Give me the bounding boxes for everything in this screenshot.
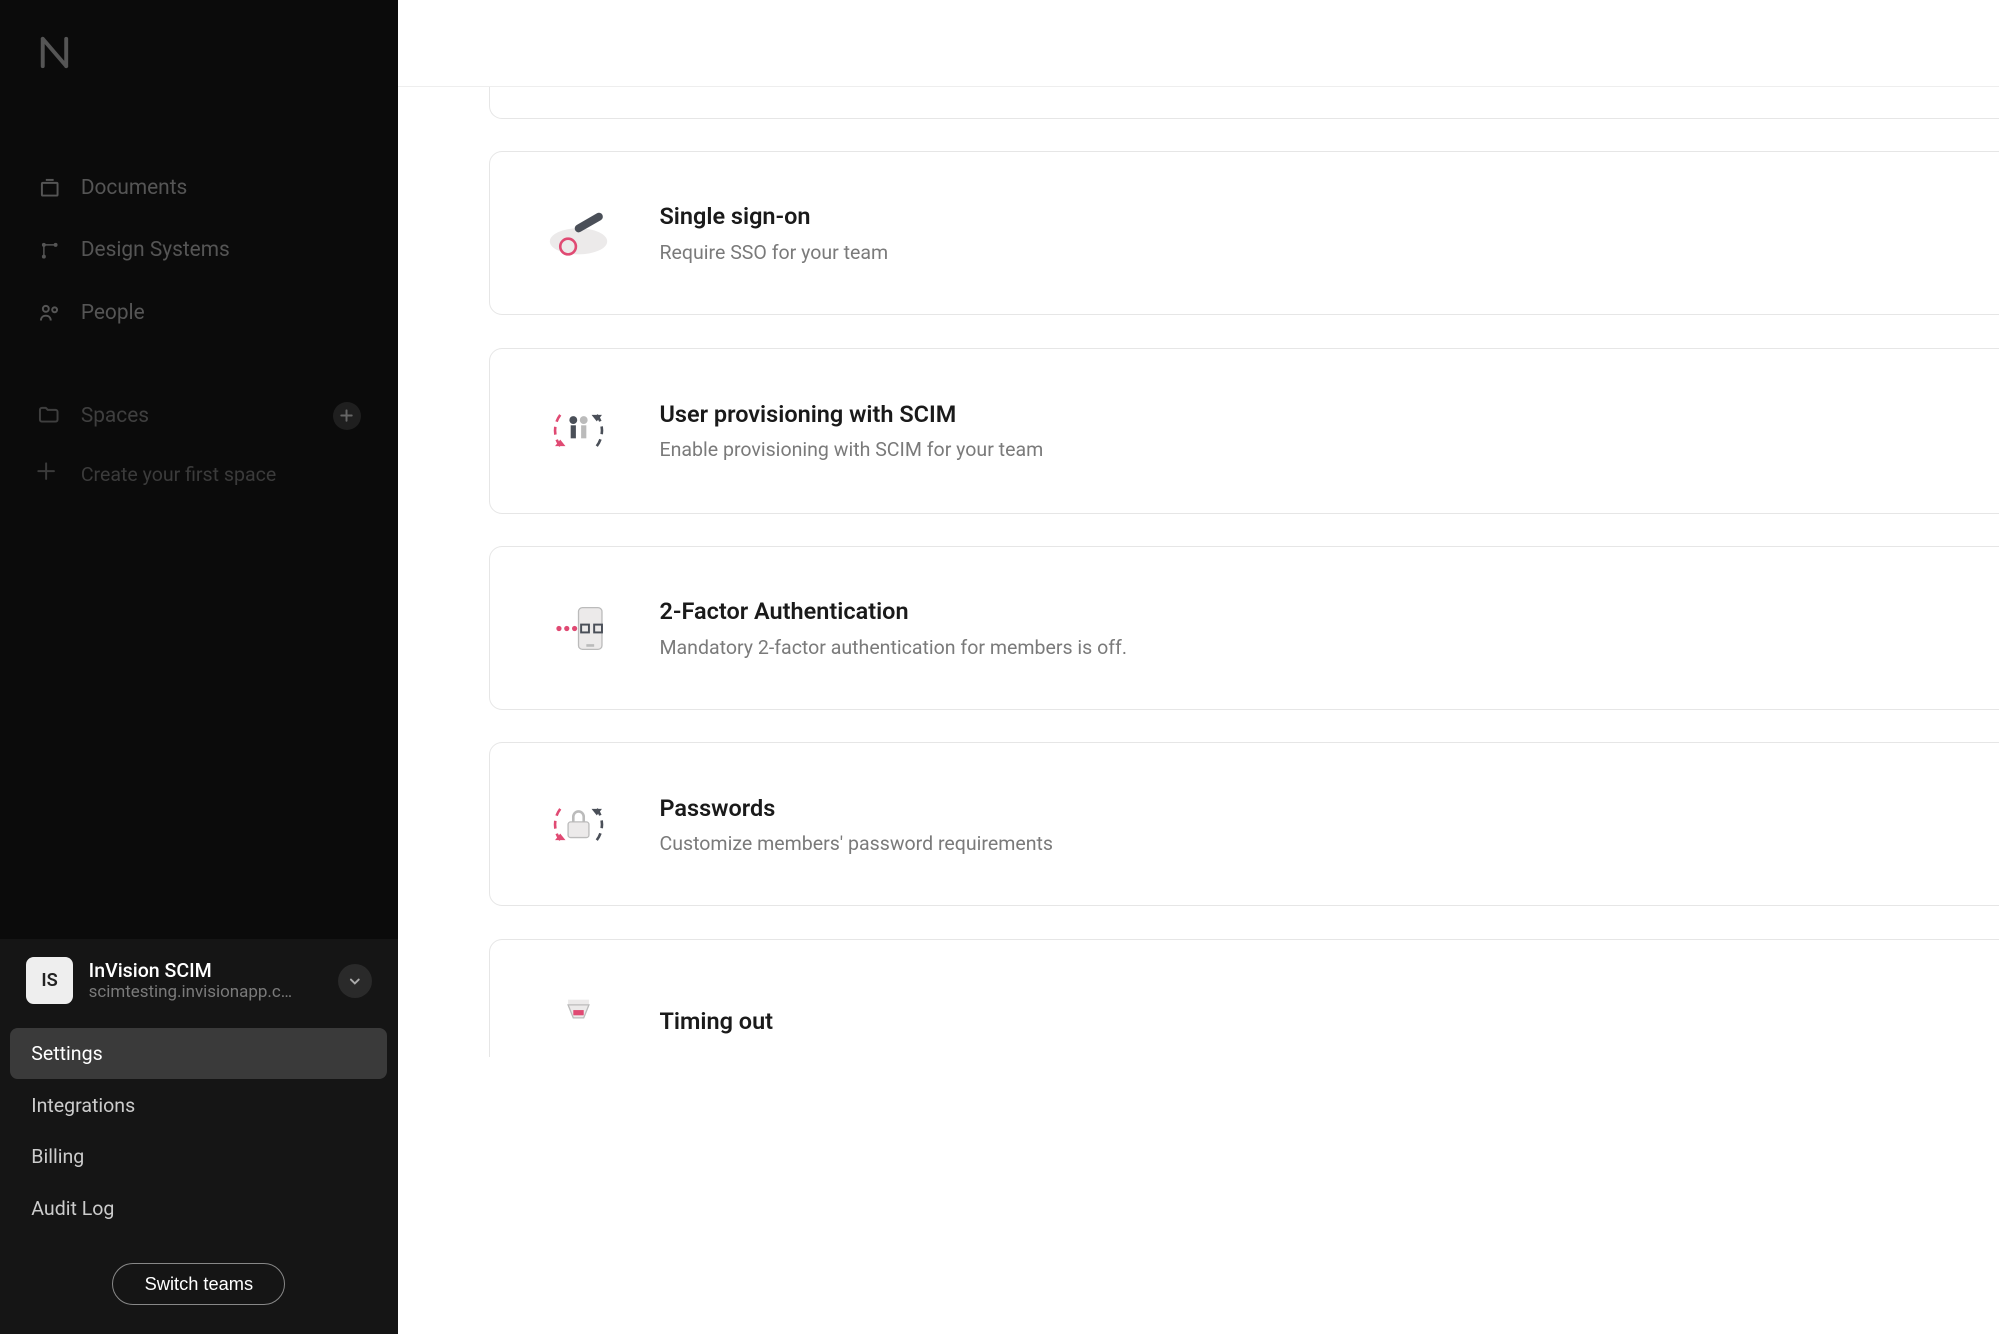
submenu-billing[interactable]: Billing [10, 1131, 387, 1183]
card-scim-body: User provisioning with SCIM Enable provi… [659, 400, 1999, 461]
chevron-down-icon[interactable] [338, 964, 372, 998]
nav-design-systems[interactable]: Design Systems [0, 219, 398, 282]
sidebar: Documents Design Systems People [0, 0, 398, 1334]
card-partial-top [489, 87, 1999, 118]
card-mfa-body: 2-Factor Authentication Mandatory 2-fact… [659, 597, 1999, 658]
passwords-icon [542, 788, 615, 861]
team-info: InVision SCIM scimtesting.invisionapp.c… [89, 959, 338, 1002]
nav-documents[interactable]: Documents [0, 156, 398, 219]
main: NP Single sign-on Require SSO for your t… [398, 0, 1999, 1334]
nav-spaces[interactable]: Spaces [0, 383, 398, 448]
switch-teams-button[interactable]: Switch teams [112, 1263, 285, 1305]
create-first-space[interactable]: Create your first space [0, 449, 398, 501]
topbar: NP [398, 0, 1999, 87]
invision-logo[interactable] [0, 0, 398, 104]
team-name: InVision SCIM [89, 959, 338, 982]
submenu-settings[interactable]: Settings [10, 1028, 387, 1080]
card-mfa-desc: Mandatory 2-factor authentication for me… [659, 636, 1999, 659]
people-icon [37, 300, 63, 326]
sidebar-nav: Documents Design Systems People [0, 104, 398, 500]
sso-icon [542, 197, 615, 270]
card-timing-title: Timing out [659, 1007, 1999, 1035]
scim-icon [542, 394, 615, 467]
spaces-section: Spaces Create your first space [0, 383, 398, 500]
card-mfa-title: 2-Factor Authentication [659, 597, 1999, 625]
submenu-audit-log[interactable]: Audit Log [10, 1183, 387, 1235]
timing-icon [542, 984, 615, 1057]
team-submenu: Settings Integrations Billing Audit Log [0, 1022, 398, 1247]
nav-documents-label: Documents [81, 176, 187, 200]
card-scim-title: User provisioning with SCIM [659, 400, 1999, 428]
nav-people[interactable]: People [0, 282, 398, 345]
card-passwords-title: Passwords [659, 794, 1999, 822]
mfa-icon [542, 592, 615, 665]
card-mfa: 2-Factor Authentication Mandatory 2-fact… [489, 546, 1999, 710]
card-sso: Single sign-on Require SSO for your team… [489, 151, 1999, 315]
card-scim-desc: Enable provisioning with SCIM for your t… [659, 438, 1999, 461]
card-timing: Timing out [489, 939, 1999, 1057]
submenu-integrations[interactable]: Integrations [10, 1079, 387, 1131]
card-scim: User provisioning with SCIM Enable provi… [489, 348, 1999, 514]
documents-icon [37, 175, 63, 201]
nav-people-label: People [81, 301, 145, 325]
nav-design-systems-label: Design Systems [81, 238, 230, 262]
add-space-button[interactable] [333, 402, 362, 431]
nav-spaces-label: Spaces [81, 404, 149, 428]
app-root: Documents Design Systems People [0, 0, 1999, 1334]
card-sso-body: Single sign-on Require SSO for your team [659, 202, 1999, 263]
folder-icon [37, 403, 63, 429]
team-avatar: IS [26, 957, 73, 1004]
settings-content: Single sign-on Require SSO for your team… [398, 87, 1999, 1334]
card-timing-body: Timing out [659, 1007, 1999, 1035]
card-passwords-body: Passwords Customize members' password re… [659, 794, 1999, 855]
team-switcher[interactable]: IS InVision SCIM scimtesting.invisionapp… [0, 939, 398, 1022]
card-sso-title: Single sign-on [659, 202, 1999, 230]
plus-icon [37, 462, 63, 488]
team-url: scimtesting.invisionapp.c… [89, 982, 338, 1002]
card-sso-desc: Require SSO for your team [659, 241, 1999, 264]
design-systems-icon [37, 237, 63, 263]
create-first-space-label: Create your first space [81, 463, 276, 486]
card-passwords: Passwords Customize members' password re… [489, 742, 1999, 906]
card-passwords-desc: Customize members' password requirements [659, 832, 1999, 855]
sidebar-bottom: IS InVision SCIM scimtesting.invisionapp… [0, 939, 398, 1334]
switch-teams-container: Switch teams [0, 1247, 398, 1334]
